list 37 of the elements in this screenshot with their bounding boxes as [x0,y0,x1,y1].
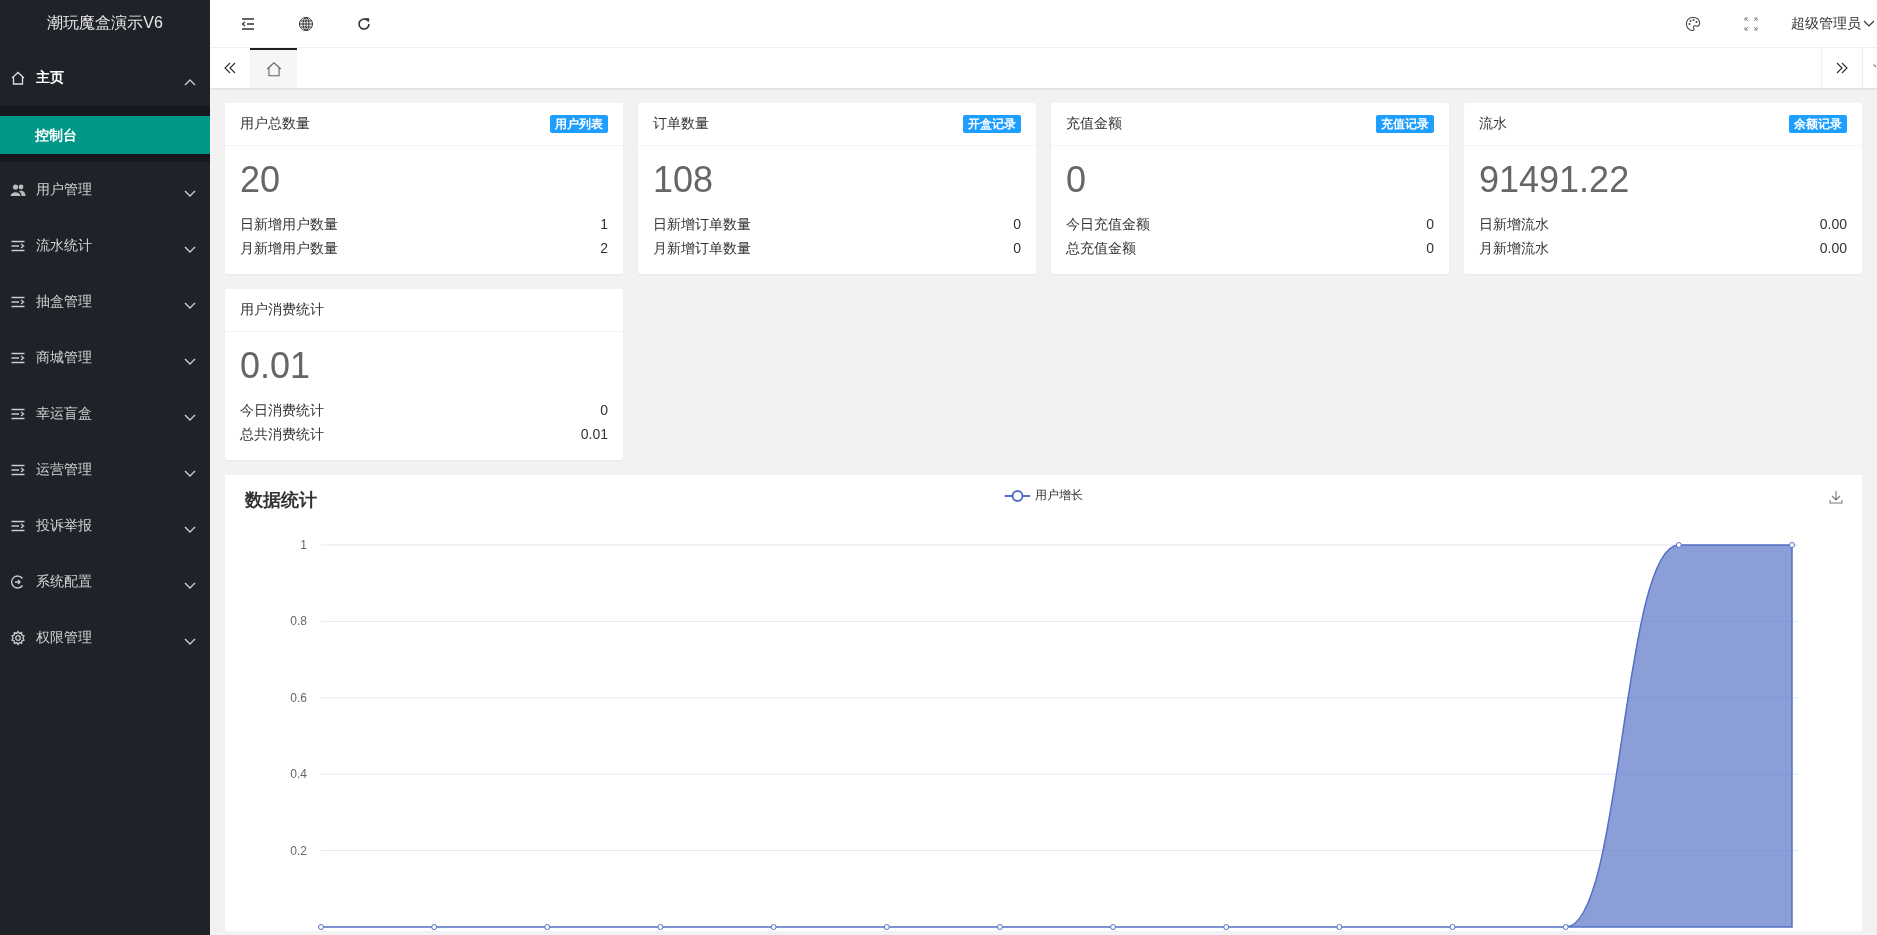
y-tick-label: 0.8 [290,614,307,629]
y-tick-label: 0.2 [290,843,307,858]
stat-number: 1 [600,215,608,234]
stat-label: 月新增流水 [1479,239,1549,258]
stat-label: 今日消费统计 [240,401,324,420]
stat-label: 总共消费统计 [240,425,324,444]
stat-number: 0 [1426,215,1434,234]
legend-label: 用户增长 [1035,487,1083,504]
stat-label: 月新增用户数量 [240,239,338,258]
stat-value: 20 [240,160,282,200]
stat-value: 91491.22 [1479,160,1631,200]
stat-label: 总充值金额 [1066,239,1136,258]
card-title: 用户消费统计 [240,301,324,319]
stat-value: 0 [1066,160,1088,200]
stat-number: 0.00 [1819,239,1847,258]
stat-value: 108 [653,160,715,200]
stat-value: 0.01 [240,346,312,386]
card-title: 用户总数量 [240,115,310,133]
stat-label: 月新增订单数量 [653,239,751,258]
y-tick-label: 1 [300,538,307,552]
card-title: 流水 [1479,115,1507,133]
stat-label: 今日充值金额 [1066,215,1150,234]
card-title: 订单数量 [653,115,709,133]
stat-number: 0 [1013,215,1021,234]
y-tick-label: 0.4 [290,767,307,782]
stat-number: 0 [1426,239,1434,258]
stat-number: 0.00 [1819,215,1847,234]
stat-label: 日新增流水 [1479,215,1549,234]
panel-title: 数据统计 [245,489,317,512]
stat-number: 2 [600,239,608,258]
stat-number: 0.01 [580,425,608,444]
card-title: 充值金额 [1066,115,1122,133]
y-tick-label: 0.6 [290,690,307,705]
stat-label: 日新增用户数量 [240,215,338,234]
stat-number: 0 [600,401,608,420]
stat-number: 0 [1013,239,1021,258]
stat-label: 日新增订单数量 [653,215,751,234]
